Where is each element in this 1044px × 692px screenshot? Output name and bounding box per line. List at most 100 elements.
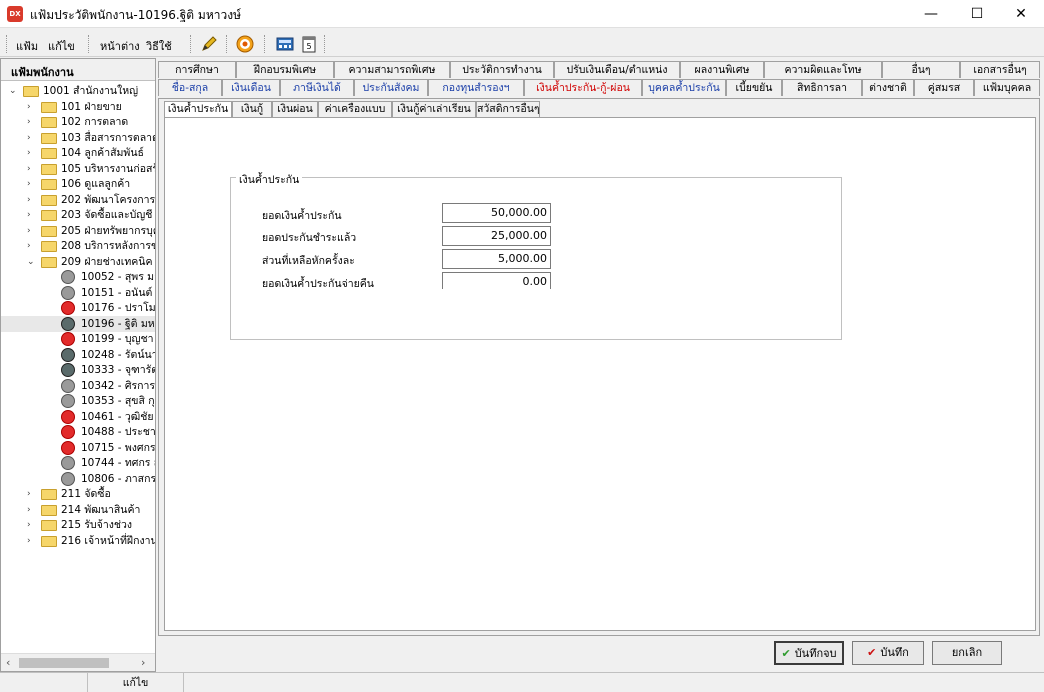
tree-folder-node[interactable]: › 103 สื่อสารการตลาด	[1, 130, 155, 146]
expand-chevron-icon[interactable]: ›	[27, 223, 36, 239]
tree-employee-node[interactable]: 10342 - ศิรการ	[1, 378, 155, 394]
guarantee-refund-input[interactable]: 0.00	[442, 272, 551, 289]
calendar-icon[interactable]: 5	[300, 35, 318, 53]
expand-chevron-icon[interactable]: ›	[27, 192, 36, 208]
expand-chevron-icon[interactable]: ›	[27, 145, 36, 161]
tree-folder-node[interactable]: › 208 บริการหลังการขาย	[1, 238, 155, 254]
tab-diligence-allowance[interactable]: เบี้ยขยัน	[726, 79, 782, 96]
target-icon[interactable]	[236, 35, 254, 53]
tab-salary-position-adjust[interactable]: ปรับเงินเดือน/ตำแหน่ง	[554, 61, 680, 78]
tree-folder-node[interactable]: › 211 จัดซื้อ	[1, 486, 155, 502]
tab-provident-fund[interactable]: กองทุนสำรองฯ	[428, 79, 524, 96]
tree-employee-node[interactable]: 10461 - วุฒิชัย	[1, 409, 155, 425]
tab-offenses-penalties[interactable]: ความผิดและโทษ	[764, 61, 882, 78]
guarantee-paid-input[interactable]: 25,000.00	[442, 226, 551, 246]
expand-chevron-icon[interactable]: ›	[27, 99, 36, 115]
subtab-guarantee[interactable]: เงินค้ำประกัน	[164, 101, 232, 117]
scroll-right-arrow-icon[interactable]: ›	[141, 656, 145, 669]
tab-spouse[interactable]: คู่สมรส	[914, 79, 974, 96]
tree-employee-node[interactable]: 10333 - จุฑารัต	[1, 362, 155, 378]
subtab-other-welfare[interactable]: สวัสดิการอื่นๆ	[476, 101, 540, 117]
tree-employee-node[interactable]: 10176 - ปราโมท	[1, 300, 155, 316]
tab-special-achievements[interactable]: ผลงานพิเศษ	[680, 61, 764, 78]
save-button[interactable]: ✔ บันทึก	[852, 641, 924, 665]
expand-chevron-icon[interactable]: ›	[27, 486, 36, 502]
tree-employee-node[interactable]: 10248 - รัตน์นา	[1, 347, 155, 363]
expand-chevron-icon[interactable]: ›	[27, 114, 36, 130]
tree-folder-node[interactable]: ⌄ 1001 สำนักงานใหญ่	[1, 83, 155, 99]
tree-folder-node[interactable]: ⌄ 209 ฝ่ายช่างเทคนิค	[1, 254, 155, 270]
expand-chevron-icon[interactable]: ›	[27, 517, 36, 533]
scroll-thumb[interactable]	[19, 658, 109, 668]
tree-folder-node[interactable]: › 203 จัดซื้อและบัญชี	[1, 207, 155, 223]
tree-employee-node[interactable]: 10052 - สุพร มา	[1, 269, 155, 285]
tree-folder-node[interactable]: › 215 รับจ้างช่วง	[1, 517, 155, 533]
expand-chevron-icon[interactable]: ›	[27, 161, 36, 177]
subtab-installment[interactable]: เงินผ่อน	[272, 101, 318, 117]
tab-special-skills[interactable]: ความสามารถพิเศษ	[334, 61, 450, 78]
tree-employee-node[interactable]: 10199 - บุญชา	[1, 331, 155, 347]
cancel-button[interactable]: ยกเลิก	[932, 641, 1002, 665]
maximize-button[interactable]: ☐	[954, 0, 1000, 28]
expand-chevron-icon[interactable]: ›	[27, 238, 36, 254]
expand-chevron-icon[interactable]: ›	[27, 130, 36, 146]
tab-work-history[interactable]: ประวัติการทำงาน	[450, 61, 554, 78]
menu-help[interactable]: วิธีใช้	[146, 37, 172, 55]
subtab-loan[interactable]: เงินกู้	[232, 101, 272, 117]
subtab-tuition-loan[interactable]: เงินกู้ค่าเล่าเรียน	[392, 101, 476, 117]
expand-chevron-icon[interactable]: ›	[27, 533, 36, 549]
employee-icon	[61, 378, 75, 393]
tree-folder-node[interactable]: › 105 บริหารงานก่อสร้าง	[1, 161, 155, 177]
tree-folder-node[interactable]: › 101 ฝ่ายขาย	[1, 99, 155, 115]
tab-education[interactable]: การศึกษา	[158, 61, 236, 78]
tree-employee-node[interactable]: 10353 - สุขสิ กุ	[1, 393, 155, 409]
folder-icon	[41, 504, 57, 516]
tree-horizontal-scrollbar[interactable]: ‹ ›	[1, 653, 155, 671]
tab-others[interactable]: อื่นๆ	[882, 61, 960, 78]
folder-icon	[41, 241, 57, 252]
tab-name-surname[interactable]: ชื่อ-สกุล	[158, 79, 222, 96]
tree-folder-node[interactable]: › 214 พัฒนาสินค้า	[1, 502, 155, 518]
tree-folder-node[interactable]: › 104 ลูกค้าสัมพันธ์	[1, 145, 155, 161]
expand-chevron-icon[interactable]: ›	[27, 502, 36, 518]
pen-icon[interactable]	[200, 35, 218, 53]
tree-employee-node[interactable]: 10806 - ภาสกร	[1, 471, 155, 487]
tree-employee-node[interactable]: 10196 - ฐิติ มหา	[1, 315, 155, 332]
collapse-chevron-icon[interactable]: ⌄	[9, 83, 18, 99]
tree-folder-node[interactable]: › 102 การตลาด	[1, 114, 155, 130]
collapse-chevron-icon[interactable]: ⌄	[27, 254, 36, 270]
tab-guarantee-loan-installment[interactable]: เงินค้ำประกัน-กู้-ผ่อน	[524, 79, 642, 96]
tree-folder-node[interactable]: › 216 เจ้าหน้าที่ฝึกงาน	[1, 533, 155, 549]
tree-node-label: 10199 - บุญชา	[81, 333, 154, 345]
tree-employee-node[interactable]: 10488 - ประชาธิ	[1, 424, 155, 440]
tab-income-tax[interactable]: ภาษีเงินได้	[280, 79, 354, 96]
tab-guarantor[interactable]: บุคคลค้ำประกัน	[642, 79, 726, 96]
tab-leave-rights[interactable]: สิทธิการลา	[782, 79, 862, 96]
tab-salary[interactable]: เงินเดือน	[222, 79, 280, 96]
tab-special-training[interactable]: ฝึกอบรมพิเศษ	[236, 61, 334, 78]
subtab-uniform-cost[interactable]: ค่าเครื่องแบบ	[318, 101, 392, 117]
tab-social-security[interactable]: ประกันสังคม	[354, 79, 428, 96]
tree-folder-node[interactable]: › 202 พัฒนาโครงการ	[1, 192, 155, 208]
close-button[interactable]: ✕	[998, 0, 1044, 28]
save-and-close-button[interactable]: ✔ บันทึกจบ	[774, 641, 844, 665]
tab-other-documents[interactable]: เอกสารอื่นๆ	[960, 61, 1040, 78]
tree-employee-node[interactable]: 10151 - อนันต์ ส	[1, 285, 155, 301]
tree-employee-node[interactable]: 10715 - พงศกร	[1, 440, 155, 456]
remaining-deduction-input[interactable]: 5,000.00	[442, 249, 551, 269]
guarantee-amount-input[interactable]: 50,000.00	[442, 203, 551, 223]
menu-window[interactable]: หน้าต่าง	[100, 37, 140, 55]
tree-employee-node[interactable]: 10744 - ทศกร ส	[1, 455, 155, 471]
menu-edit[interactable]: แก้ไข	[48, 37, 75, 55]
tree-folder-node[interactable]: › 205 ฝ่ายทรัพยากรบุคคล	[1, 223, 155, 239]
tab-foreigner[interactable]: ต่างชาติ	[862, 79, 914, 96]
employee-tree[interactable]: ⌄ 1001 สำนักงานใหญ่ › 101 ฝ่ายขาย › 102 การตล…	[1, 81, 155, 653]
calculator-icon[interactable]	[276, 35, 294, 53]
menu-file[interactable]: แฟ้ม	[16, 37, 38, 55]
expand-chevron-icon[interactable]: ›	[27, 207, 36, 223]
minimize-button[interactable]: —	[908, 0, 954, 28]
scroll-left-arrow-icon[interactable]: ‹	[6, 656, 10, 669]
expand-chevron-icon[interactable]: ›	[27, 176, 36, 192]
tree-folder-node[interactable]: › 106 ดูแลลูกค้า	[1, 176, 155, 192]
tab-personal-file[interactable]: แฟ้มบุคคล	[974, 79, 1040, 96]
